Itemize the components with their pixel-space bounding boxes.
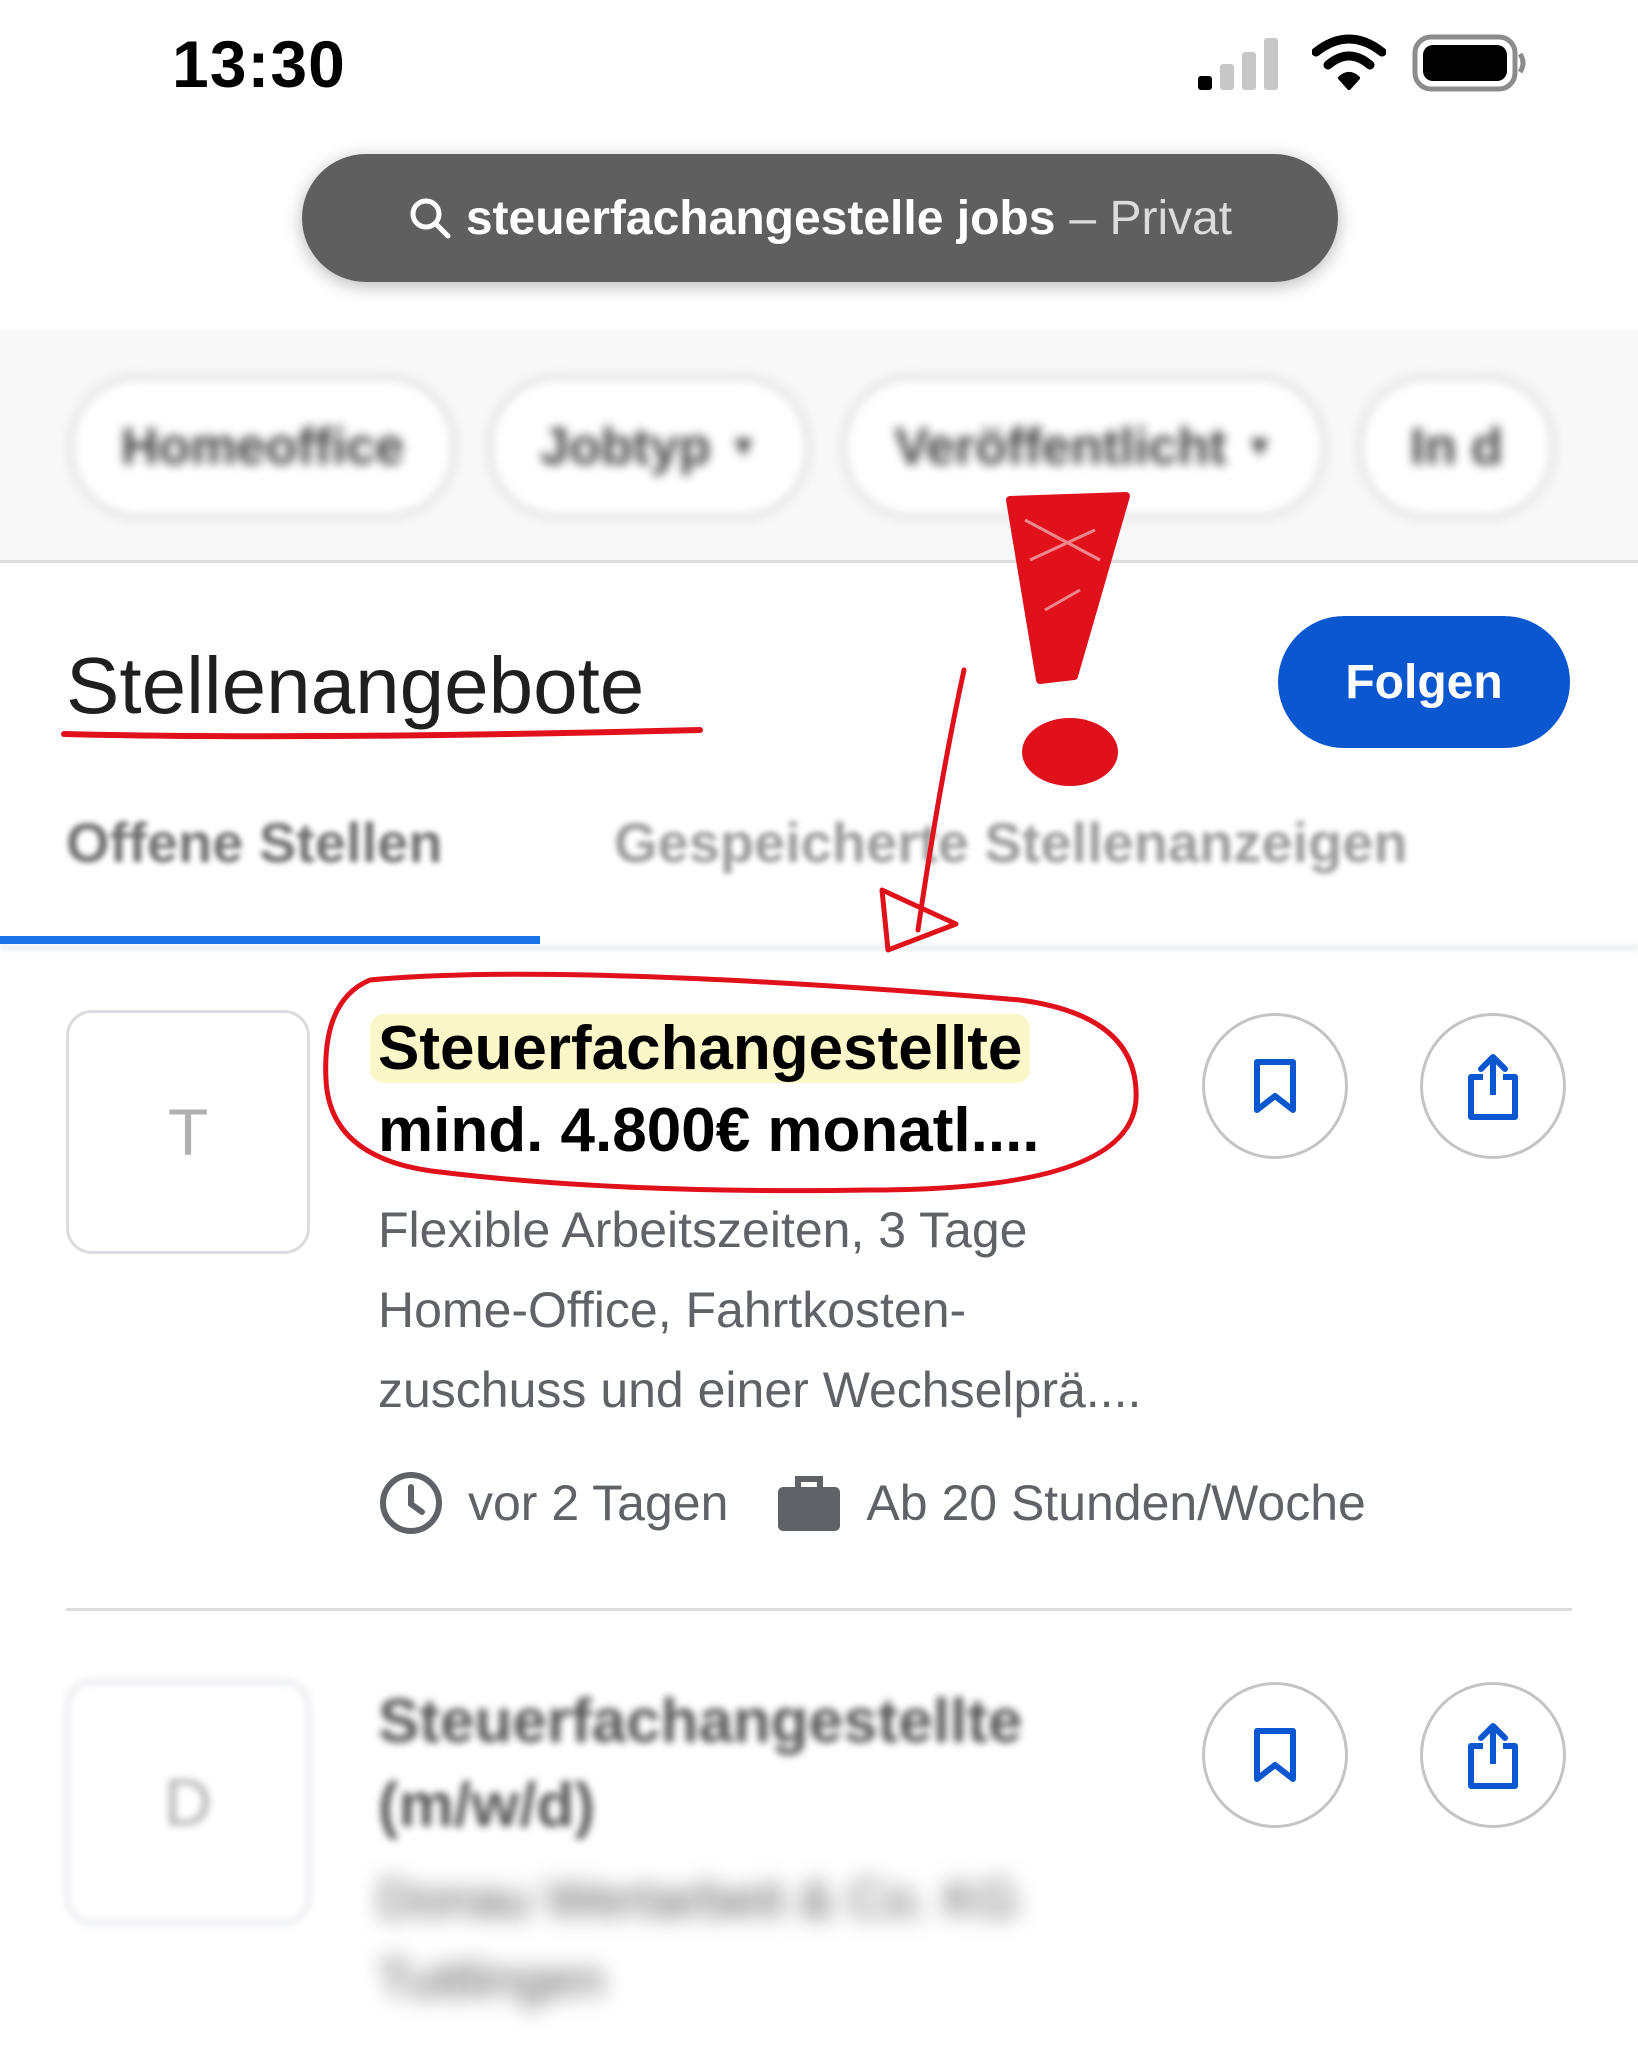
search-icon xyxy=(410,198,451,239)
job-title-line2: mind. 4.800€ monatl.... xyxy=(378,1096,1040,1165)
job-card[interactable]: D Steuerfachangestellte (m/w/d) Donau We… xyxy=(0,1660,1638,2048)
bookmark-button[interactable] xyxy=(1202,1682,1348,1828)
list-divider xyxy=(66,1608,1572,1611)
working-hours: Ab 20 Stunden/Woche xyxy=(866,1475,1366,1531)
filter-bar: Homeoffice Jobtyp ▼ Veröffentlicht ▼ In d xyxy=(0,330,1638,563)
share-button[interactable] xyxy=(1420,1682,1566,1828)
share-button[interactable] xyxy=(1420,1013,1566,1159)
bookmark-icon xyxy=(1254,1728,1296,1782)
bookmark-icon xyxy=(1254,1059,1296,1113)
wifi-icon xyxy=(1312,34,1386,90)
status-bar: 13:30 xyxy=(0,0,1638,130)
briefcase-icon xyxy=(778,1476,841,1531)
company-name: Donau Wertarbeit & Co. KG Tuttlingen xyxy=(378,1871,1019,2009)
bookmark-button[interactable] xyxy=(1202,1013,1348,1159)
active-tab-indicator xyxy=(0,936,540,944)
follow-button[interactable]: Folgen xyxy=(1278,616,1570,748)
job-title[interactable]: Steuerfachangestellte mind. 4.800€ monat… xyxy=(370,1008,1040,1172)
share-icon xyxy=(1468,1723,1518,1789)
tab-open-jobs[interactable]: Offene Stellen xyxy=(66,810,443,875)
exclamation-dot-annotation xyxy=(1022,718,1118,786)
job-title[interactable]: Steuerfachangestellte (m/w/d) xyxy=(378,1680,1022,1848)
private-mode-label: – Privat xyxy=(1069,191,1233,245)
search-query: steuerfachangestelle jobs xyxy=(465,191,1056,245)
clock-icon xyxy=(380,1472,442,1534)
dropdown-arrow-icon: ▼ xyxy=(728,430,759,463)
dropdown-arrow-icon: ▼ xyxy=(1244,430,1275,463)
section-title: Stellenangebote xyxy=(66,641,645,730)
filter-chip-location[interactable]: In d xyxy=(1359,376,1554,518)
battery-icon xyxy=(1412,34,1526,92)
filter-chip-jobtyp[interactable]: Jobtyp ▼ xyxy=(489,376,810,518)
company-logo: D xyxy=(66,1680,310,1924)
clock: 13:30 xyxy=(172,27,346,101)
filter-chip-veroeffentlicht[interactable]: Veröffentlicht ▼ xyxy=(843,376,1326,518)
address-bar[interactable]: steuerfachangestelle jobs – Privat xyxy=(302,154,1338,282)
company-logo: T xyxy=(66,1010,310,1254)
tab-saved-jobs[interactable]: Gespeicherte Stellenanzeigen xyxy=(614,810,1408,875)
share-icon xyxy=(1468,1054,1518,1120)
posted-date: vor 2 Tagen xyxy=(468,1475,729,1531)
job-title-line1: Steuerfachangestellte xyxy=(370,1014,1031,1083)
tab-bar: Offene Stellen Gespeicherte Stellenanzei… xyxy=(0,790,1638,949)
job-description: Flexible Arbeitszeiten, 3 Tage Home-Offi… xyxy=(378,1202,1142,1418)
filter-chip-homeoffice[interactable]: Homeoffice xyxy=(70,376,456,518)
cellular-signal-icon xyxy=(1198,38,1278,90)
job-meta: vor 2 Tagen Ab 20 Stunden/Woche xyxy=(378,1470,1414,1536)
